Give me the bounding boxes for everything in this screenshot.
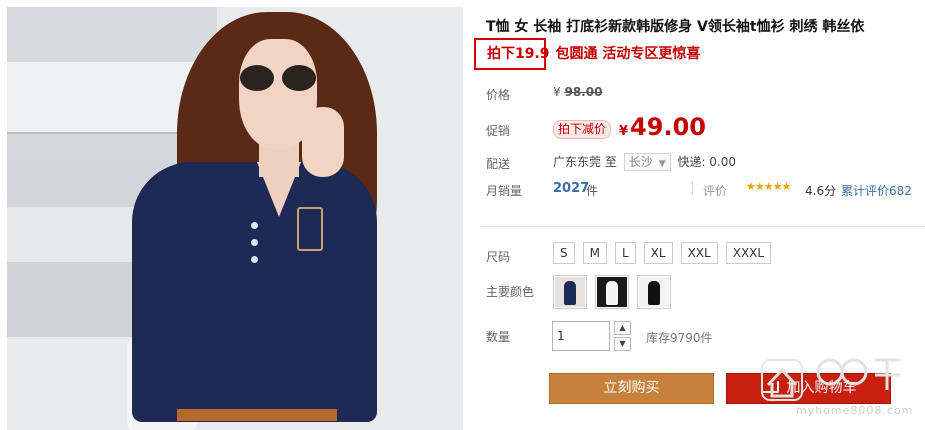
- destination-value: 长沙: [628, 155, 653, 169]
- monthly-sales-unit: 件: [586, 184, 599, 198]
- monthly-sales-count: 2027: [553, 181, 590, 196]
- product-main-image[interactable]: [7, 7, 463, 430]
- color-options: [553, 275, 671, 309]
- increment-icon[interactable]: ▲: [614, 321, 631, 335]
- ship-from: 广东东莞: [553, 155, 602, 169]
- quantity-label: 数量: [486, 330, 511, 344]
- original-price-value: 98.00: [564, 85, 603, 99]
- color-swatch-black[interactable]: [637, 275, 671, 309]
- size-option[interactable]: S: [553, 242, 575, 264]
- promotion-badge: 拍下减价: [553, 120, 612, 139]
- color-swatch-navy[interactable]: [553, 275, 587, 309]
- color-label: 主要颜色: [486, 285, 535, 299]
- photo-shirt: [132, 162, 377, 422]
- currency-symbol: ¥: [553, 85, 561, 99]
- size-option[interactable]: XXL: [680, 242, 718, 264]
- rating-score: 4.6分: [805, 184, 837, 198]
- size-option[interactable]: L: [614, 242, 636, 264]
- buy-now-label: 立刻购买: [603, 380, 660, 396]
- price-label: 价格: [486, 88, 511, 102]
- size-options: S M L XL XXL XXXL: [553, 242, 772, 264]
- section-divider: [480, 226, 925, 227]
- original-price: ¥ 98.00: [553, 85, 602, 99]
- currency-symbol: ¥: [619, 124, 629, 139]
- photo-embroidery-logo: [297, 207, 323, 251]
- stock-count: 库存9790件: [646, 331, 713, 345]
- express-fee: 快递: 0.00: [677, 155, 737, 169]
- photo-shirt-button: [251, 239, 258, 246]
- reviews-link[interactable]: 累计评价682: [841, 182, 912, 199]
- rating-label: 评价: [703, 184, 728, 198]
- photo-sunglasses: [240, 65, 316, 91]
- delivery-label: 配送: [486, 157, 511, 171]
- destination-select[interactable]: 长沙 ▼: [623, 153, 671, 171]
- buy-now-button[interactable]: 立刻购买: [549, 373, 714, 404]
- photo-belt: [177, 409, 337, 421]
- promo-text[interactable]: 包圆通 活动专区更惊喜: [556, 46, 701, 62]
- ship-to-word: 至: [604, 155, 617, 169]
- chevron-down-icon: ▼: [658, 159, 666, 169]
- size-option[interactable]: XL: [643, 242, 673, 264]
- size-option[interactable]: XXXL: [725, 242, 772, 264]
- star-rating-icon: ★★★★★: [746, 180, 791, 193]
- quantity-input[interactable]: [552, 321, 610, 351]
- photo-shirt-button: [251, 256, 258, 263]
- promotion-price-value: 49.00: [630, 113, 706, 141]
- photo-vneck: [257, 162, 301, 217]
- promo-highlight: 拍下19.9: [487, 46, 550, 62]
- photo-shirt-button: [251, 222, 258, 229]
- promotion-price: ¥49.00: [619, 113, 706, 141]
- size-option[interactable]: M: [582, 242, 607, 264]
- color-swatch-white[interactable]: [595, 275, 629, 309]
- watermark-text: myhome8008.com: [796, 404, 914, 417]
- promotion-label: 促销: [486, 124, 511, 138]
- decrement-icon[interactable]: ▼: [614, 337, 631, 351]
- size-label: 尺码: [486, 250, 511, 264]
- photo-hand: [302, 107, 344, 177]
- product-title: T恤 女 长袖 打底衫新款韩版修身 V领长袖t恤衫 刺绣 韩丝依: [486, 19, 865, 35]
- promo-line: 拍下19.9 包圆通 活动专区更惊喜: [486, 43, 700, 63]
- divider: [692, 181, 693, 195]
- monthly-sales-label: 月销量: [486, 184, 523, 198]
- delivery-info: 广东东莞 至 长沙 ▼ 快递: 0.00: [553, 153, 736, 171]
